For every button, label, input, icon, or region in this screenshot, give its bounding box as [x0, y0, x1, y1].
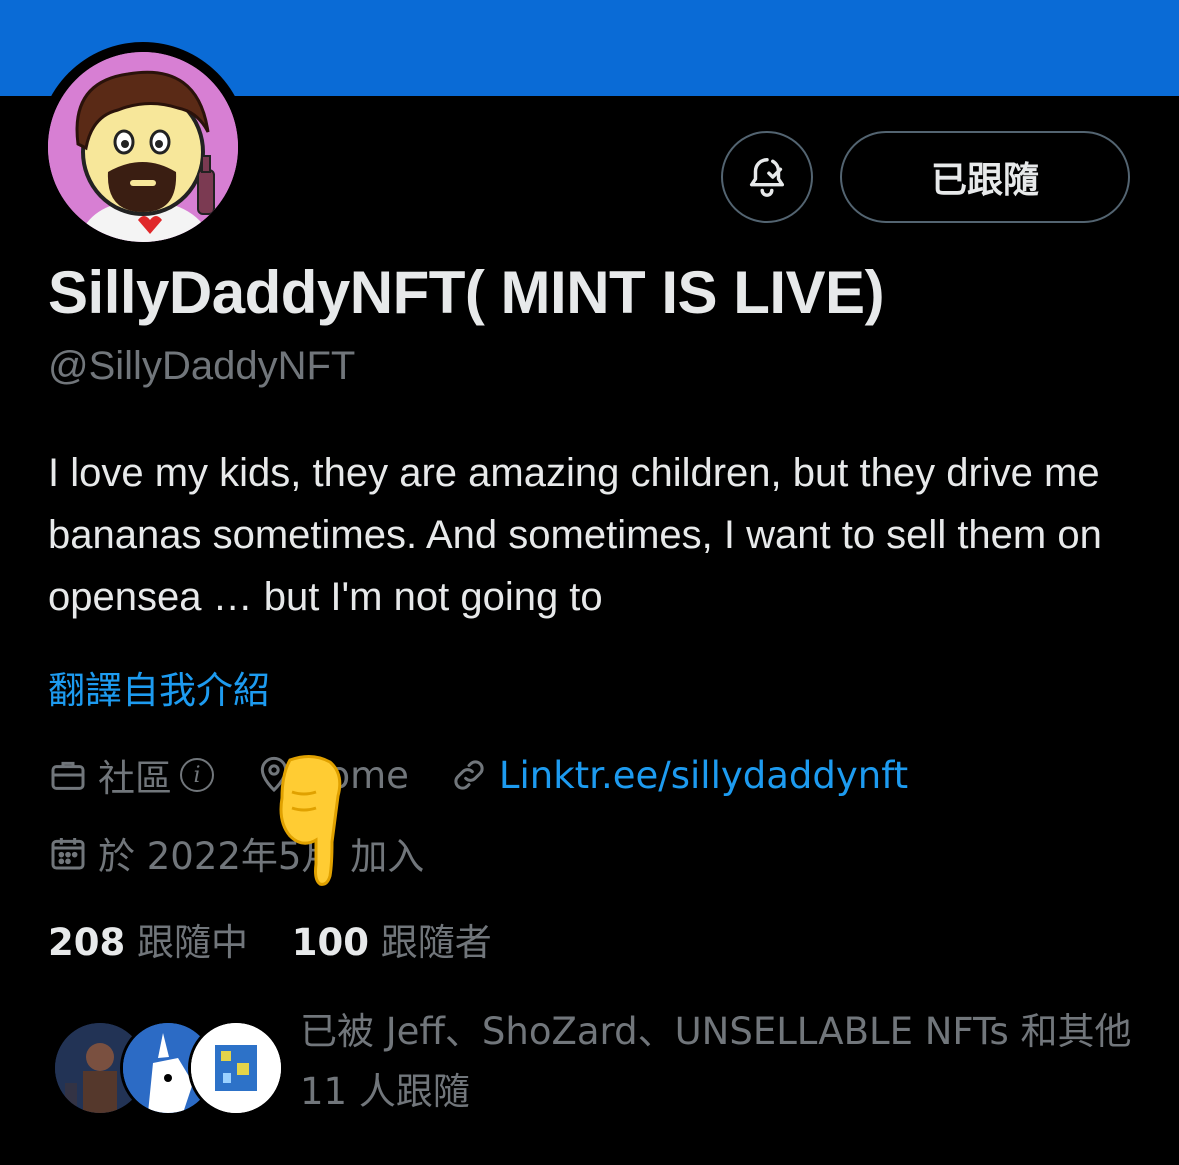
- category-label: 社區: [98, 757, 172, 800]
- following-label: 跟隨中: [137, 921, 248, 964]
- category-item[interactable]: 社區 i: [48, 748, 214, 802]
- notifications-button[interactable]: [721, 131, 813, 223]
- pointing-hand-emoji-icon: [279, 755, 342, 886]
- join-date-item: 於 2022年5月 加入: [48, 826, 424, 880]
- display-name: SillyDaddyNFT( MINT IS LIVE): [48, 259, 885, 326]
- translate-bio-link[interactable]: 翻譯自我介紹: [48, 660, 270, 714]
- avatar[interactable]: [38, 42, 248, 252]
- following-button[interactable]: 已跟隨: [840, 131, 1130, 223]
- link-icon: [454, 760, 484, 790]
- following-count: 208: [48, 921, 126, 964]
- bell-check-icon: [749, 158, 785, 197]
- bio: I love my kids, they are amazing childre…: [48, 451, 1102, 619]
- briefcase-icon: [51, 761, 85, 790]
- followers-label: 跟隨者: [380, 921, 492, 964]
- followers-count-link[interactable]: 100 跟隨者: [292, 921, 492, 964]
- followed-by-avatars[interactable]: [52, 1020, 284, 1116]
- profile-meta: 社區 i home Linktr.ee/sillydaddynft: [48, 748, 948, 802]
- website-link[interactable]: Linktr.ee/sillydaddynft: [499, 754, 908, 797]
- info-icon[interactable]: i: [180, 758, 214, 792]
- followed-by-text[interactable]: 已被 Jeff、ShoZard、UNSELLABLE NFTs 和其他 11 人…: [300, 1002, 1140, 1122]
- website-item[interactable]: Linktr.ee/sillydaddynft: [449, 754, 908, 797]
- calendar-icon: [51, 838, 85, 870]
- username: @SillyDaddyNFT: [48, 344, 356, 388]
- join-date-label: 於 2022年5月 加入: [98, 835, 425, 878]
- following-count-link[interactable]: 208 跟隨中: [48, 921, 260, 964]
- follow-stats: 208 跟隨中 100 跟隨者: [48, 912, 524, 966]
- followers-count: 100: [291, 921, 369, 964]
- avatar-image: [48, 52, 238, 242]
- join-date-row: 於 2022年5月 加入: [48, 826, 464, 880]
- follower-avatar: [188, 1020, 284, 1116]
